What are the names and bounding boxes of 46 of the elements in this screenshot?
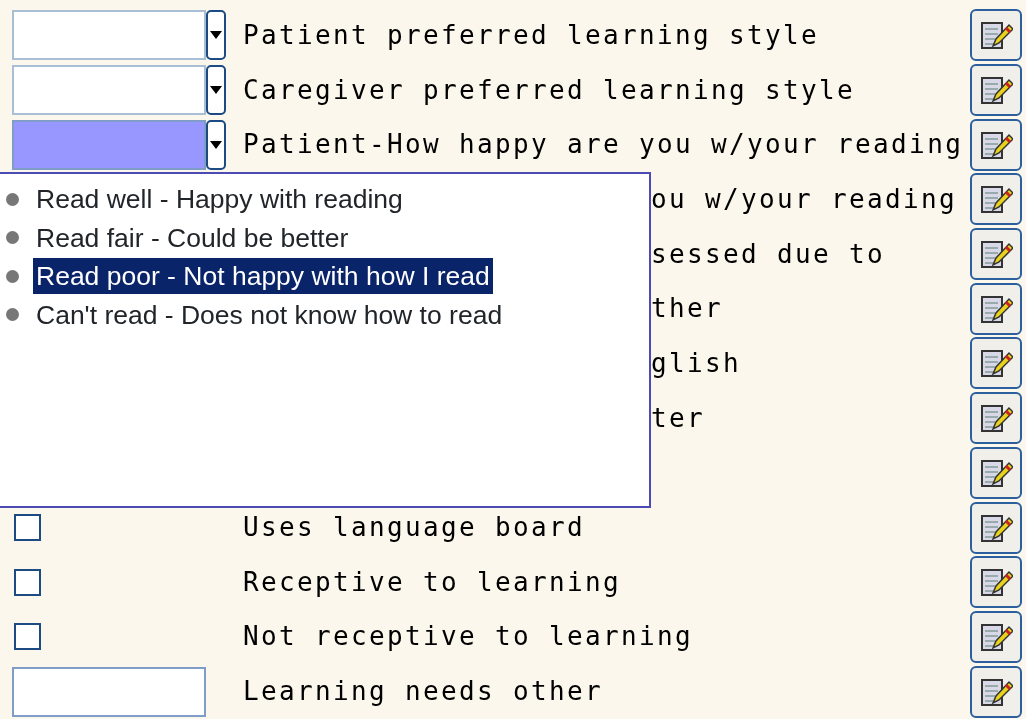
dropdown-option[interactable]: Read well - Happy with reading	[33, 181, 406, 218]
text-field[interactable]	[12, 666, 206, 717]
caret-icon	[210, 31, 222, 40]
field-label: ther	[651, 292, 724, 326]
field-label: Patient-How happy are you w/your reading	[243, 128, 965, 162]
caret-icon	[210, 140, 222, 149]
bullet-icon	[6, 231, 19, 245]
edit-button[interactable]	[970, 173, 1022, 226]
edit-button[interactable]	[970, 228, 1022, 281]
field-label: ou w/your reading	[651, 182, 959, 216]
select-field[interactable]	[12, 65, 206, 116]
edit-button[interactable]	[970, 446, 1022, 499]
dropdown-option[interactable]: Can't read - Does not know how to read	[33, 296, 506, 333]
dropdown-button[interactable]	[206, 65, 226, 116]
edit-button[interactable]	[970, 610, 1022, 663]
edit-button[interactable]	[970, 64, 1022, 117]
field-label: Not receptive to learning	[243, 620, 695, 654]
edit-button[interactable]	[970, 282, 1022, 335]
dropdown-option[interactable]: Read poor - Not happy with how I read	[33, 258, 493, 295]
bullet-icon	[6, 308, 19, 322]
caret-icon	[210, 86, 222, 95]
dropdown-button[interactable]	[206, 119, 226, 170]
field-label: Patient preferred learning style	[243, 18, 821, 52]
edit-button[interactable]	[970, 665, 1022, 718]
field-label: Caregiver preferred learning style	[243, 73, 857, 107]
edit-button[interactable]	[970, 118, 1022, 171]
bullet-icon	[6, 192, 19, 206]
field-label: Receptive to learning	[243, 565, 623, 599]
edit-button[interactable]	[970, 392, 1022, 445]
dropdown-button[interactable]	[206, 10, 226, 61]
edit-button[interactable]	[970, 556, 1022, 609]
field-label: Uses language board	[243, 511, 587, 545]
select-field[interactable]	[12, 119, 206, 170]
bullet-icon	[6, 269, 19, 283]
checkbox[interactable]	[14, 623, 41, 651]
field-label: ter	[651, 401, 706, 435]
select-field[interactable]	[12, 10, 206, 61]
checkbox[interactable]	[14, 568, 41, 596]
edit-button[interactable]	[970, 501, 1022, 554]
checkbox[interactable]	[14, 514, 41, 542]
dropdown-option[interactable]: Read fair - Could be better	[33, 219, 352, 256]
field-label: sessed due to	[651, 237, 887, 271]
field-label: glish	[651, 346, 743, 380]
edit-button[interactable]	[970, 9, 1022, 62]
field-label: Learning needs other	[243, 675, 605, 709]
edit-button[interactable]	[970, 337, 1022, 390]
